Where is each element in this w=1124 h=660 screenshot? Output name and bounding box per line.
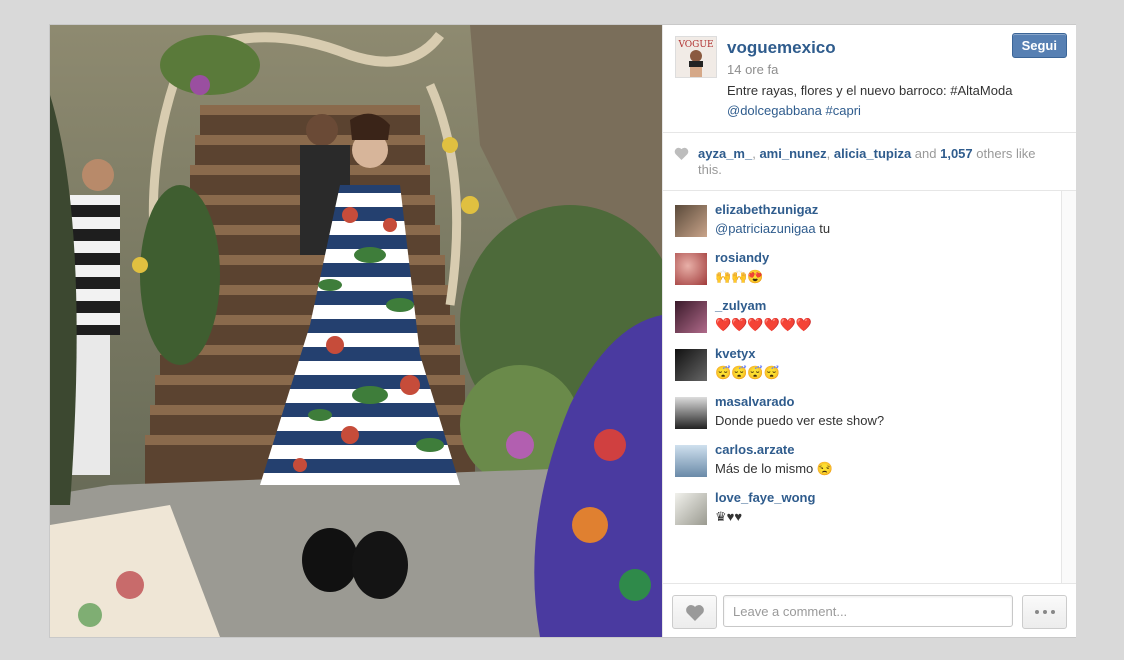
post-modal: VOGUE voguemexico 14 ore fa Entre rayas,… (50, 25, 1076, 637)
caption-hashtag-link[interactable]: #capri (826, 103, 861, 118)
comment-bar (663, 583, 1076, 637)
liker-link[interactable]: ayza_m_ (698, 146, 752, 161)
heart-icon (685, 604, 704, 621)
comment-text: Donde puedo ver este show? (715, 413, 885, 428)
commenter-avatar[interactable] (675, 445, 707, 477)
likes-summary: ayza_m_, ami_nunez, alicia_tupiza and 1,… (698, 146, 1058, 178)
owner-username[interactable]: voguemexico (727, 38, 836, 58)
post-timestamp[interactable]: 14 ore fa (727, 62, 778, 77)
commenter-username[interactable]: _zulyam (715, 298, 766, 313)
comment-text: ❤️❤️❤️❤️❤️❤️ (715, 317, 813, 332)
heart-icon (674, 147, 689, 160)
comment-input[interactable] (723, 595, 1013, 627)
commenter-avatar[interactable] (675, 349, 707, 381)
vogue-cover-image: VOGUE (676, 37, 716, 77)
more-options-button[interactable] (1022, 595, 1067, 629)
likes-count[interactable]: 1,057 (940, 146, 973, 161)
liker-link[interactable]: ami_nunez (759, 146, 826, 161)
commenter-username[interactable]: rosiandy (715, 250, 769, 265)
commenter-avatar[interactable] (675, 493, 707, 525)
comment-text: 🙌🙌😍 (715, 269, 764, 284)
likes-and: and (911, 146, 941, 161)
comment-text: 😴😴😴😴 (715, 365, 780, 380)
comment-text: @patriciazunigaa tu (715, 221, 830, 236)
photo-image (50, 25, 662, 637)
comments-scrollbar[interactable] (1061, 191, 1076, 585)
likes-section: ayza_m_, ami_nunez, alicia_tupiza and 1,… (663, 133, 1076, 191)
post-photo[interactable] (50, 25, 662, 637)
liker-link[interactable]: alicia_tupiza (834, 146, 911, 161)
commenter-avatar[interactable] (675, 253, 707, 285)
commenter-username[interactable]: carlos.arzate (715, 442, 795, 457)
follow-button[interactable]: Segui (1011, 33, 1067, 58)
comment-text: ♛♥♥ (715, 509, 743, 524)
like-button[interactable] (672, 595, 717, 629)
commenter-username[interactable]: masalvarado (715, 394, 795, 409)
commenter-username[interactable]: elizabethzunigaz (715, 202, 818, 217)
ellipsis-icon (1034, 610, 1055, 614)
comments-list[interactable]: elizabethzunigaz @patriciazunigaa tu ros… (663, 191, 1076, 585)
owner-avatar[interactable]: VOGUE (675, 36, 717, 78)
commenter-username[interactable]: kvetyx (715, 346, 755, 361)
caption-mention-link[interactable]: @dolcegabbana (727, 103, 822, 118)
commenter-avatar[interactable] (675, 397, 707, 429)
post-sidebar: VOGUE voguemexico 14 ore fa Entre rayas,… (662, 25, 1076, 637)
comment-mention-link[interactable]: @patriciazunigaa (715, 221, 816, 236)
commenter-avatar[interactable] (675, 301, 707, 333)
commenter-avatar[interactable] (675, 205, 707, 237)
commenter-username[interactable]: love_faye_wong (715, 490, 815, 505)
comment-body: tu (815, 221, 831, 236)
comment-text: Más de lo mismo 😒 (715, 461, 834, 476)
caption-text: Entre rayas, flores y el nuevo barroco: … (727, 83, 1013, 98)
post-caption: Entre rayas, flores y el nuevo barroco: … (727, 81, 1047, 121)
post-header: VOGUE voguemexico 14 ore fa Entre rayas,… (663, 25, 1076, 133)
likes-separator: , (826, 146, 834, 161)
cover-logo: VOGUE (677, 40, 713, 50)
